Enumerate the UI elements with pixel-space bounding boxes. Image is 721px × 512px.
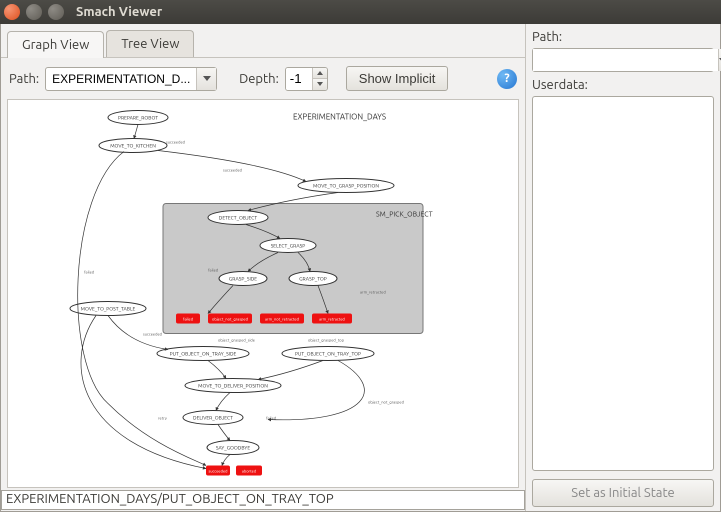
svg-text:object_grasped_side: object_grasped_side bbox=[218, 338, 255, 343]
graph-root-label: EXPERIMENTATION_DAYS bbox=[293, 113, 386, 122]
help-icon[interactable]: ? bbox=[497, 69, 517, 89]
window-title: Smach Viewer bbox=[76, 5, 162, 19]
right-path-combo[interactable] bbox=[532, 48, 714, 72]
svg-text:failed: failed bbox=[183, 317, 193, 322]
maximize-icon[interactable] bbox=[48, 4, 64, 20]
svg-text:SAY_GOODBYE: SAY_GOODBYE bbox=[216, 445, 250, 451]
path-combo[interactable] bbox=[45, 67, 217, 91]
svg-text:MOVE_TO_POST_TABLE: MOVE_TO_POST_TABLE bbox=[81, 306, 136, 312]
path-input[interactable] bbox=[46, 68, 196, 90]
svg-text:failed: failed bbox=[208, 268, 218, 273]
svg-text:retry: retry bbox=[158, 416, 167, 421]
svg-text:SELECT_GRASP: SELECT_GRASP bbox=[271, 243, 306, 249]
svg-text:MOVE_TO_DELIVER_POSITION: MOVE_TO_DELIVER_POSITION bbox=[198, 383, 268, 389]
svg-text:object_not_grasped: object_not_grasped bbox=[212, 317, 248, 322]
tab-graph-view[interactable]: Graph View bbox=[7, 31, 104, 58]
chevron-down-icon[interactable] bbox=[196, 68, 216, 90]
svg-text:object_not_grasped: object_not_grasped bbox=[368, 400, 404, 405]
svg-text:PREPARE_ROBOT: PREPARE_ROBOT bbox=[118, 115, 158, 121]
graph-toolbar: Path: Depth: Show Implicit ? bbox=[1, 57, 525, 99]
graph-canvas[interactable]: EXPERIMENTATION_DAYS SM_PICK_OBJECT PREP… bbox=[7, 99, 519, 488]
svg-text:SM_PICK_OBJECT: SM_PICK_OBJECT bbox=[376, 211, 433, 219]
svg-text:succeeded: succeeded bbox=[223, 168, 242, 173]
spin-down-icon[interactable] bbox=[313, 79, 327, 90]
close-icon[interactable] bbox=[4, 4, 20, 20]
window-titlebar: Smach Viewer bbox=[0, 0, 721, 24]
show-implicit-button[interactable]: Show Implicit bbox=[346, 66, 449, 91]
state-machine-graph: EXPERIMENTATION_DAYS SM_PICK_OBJECT PREP… bbox=[8, 100, 518, 487]
right-path-input[interactable] bbox=[533, 49, 718, 71]
svg-text:succeeded: succeeded bbox=[208, 469, 227, 474]
svg-text:succeeded: succeeded bbox=[166, 140, 185, 145]
right-panel: Path: Userdata: Set as Initial State bbox=[526, 24, 720, 511]
svg-text:DELIVER_OBJECT: DELIVER_OBJECT bbox=[193, 415, 233, 421]
svg-text:arm_retracted: arm_retracted bbox=[319, 317, 345, 322]
svg-text:failed: failed bbox=[84, 270, 94, 275]
depth-label: Depth: bbox=[239, 72, 279, 86]
svg-text:PUT_OBJECT_ON_TRAY_TOP: PUT_OBJECT_ON_TRAY_TOP bbox=[295, 351, 361, 357]
svg-text:arm_retracted: arm_retracted bbox=[360, 290, 386, 295]
svg-text:GRASP_SIDE: GRASP_SIDE bbox=[229, 276, 257, 282]
svg-text:MOVE_TO_KITCHEN: MOVE_TO_KITCHEN bbox=[110, 143, 156, 149]
spin-up-icon[interactable] bbox=[313, 68, 327, 79]
set-initial-state-button[interactable]: Set as Initial State bbox=[532, 479, 714, 507]
svg-text:arm_not_retracted: arm_not_retracted bbox=[265, 317, 299, 322]
path-label: Path: bbox=[9, 72, 39, 86]
status-bar: EXPERIMENTATION_DAYS/PUT_OBJECT_ON_TRAY_… bbox=[1, 490, 525, 510]
userdata-box[interactable] bbox=[532, 96, 714, 471]
svg-text:GRASP_TOP: GRASP_TOP bbox=[299, 276, 327, 282]
svg-text:object_grasped_top: object_grasped_top bbox=[308, 338, 345, 343]
depth-spinner[interactable] bbox=[285, 67, 328, 91]
depth-input[interactable] bbox=[286, 68, 312, 90]
svg-text:DETECT_OBJECT: DETECT_OBJECT bbox=[219, 215, 258, 221]
svg-text:aborted: aborted bbox=[242, 469, 256, 474]
svg-text:MOVE_TO_GRASP_POSITION: MOVE_TO_GRASP_POSITION bbox=[313, 183, 379, 189]
svg-text:failed: failed bbox=[266, 416, 276, 421]
svg-text:PUT_OBJECT_ON_TRAY_SIDE: PUT_OBJECT_ON_TRAY_SIDE bbox=[170, 351, 237, 357]
right-path-label: Path: bbox=[532, 30, 714, 44]
userdata-label: Userdata: bbox=[532, 78, 714, 92]
minimize-icon[interactable] bbox=[26, 4, 42, 20]
svg-text:succeeded: succeeded bbox=[143, 332, 162, 337]
view-tabs: Graph View Tree View bbox=[1, 24, 525, 57]
tab-tree-view[interactable]: Tree View bbox=[106, 30, 194, 57]
